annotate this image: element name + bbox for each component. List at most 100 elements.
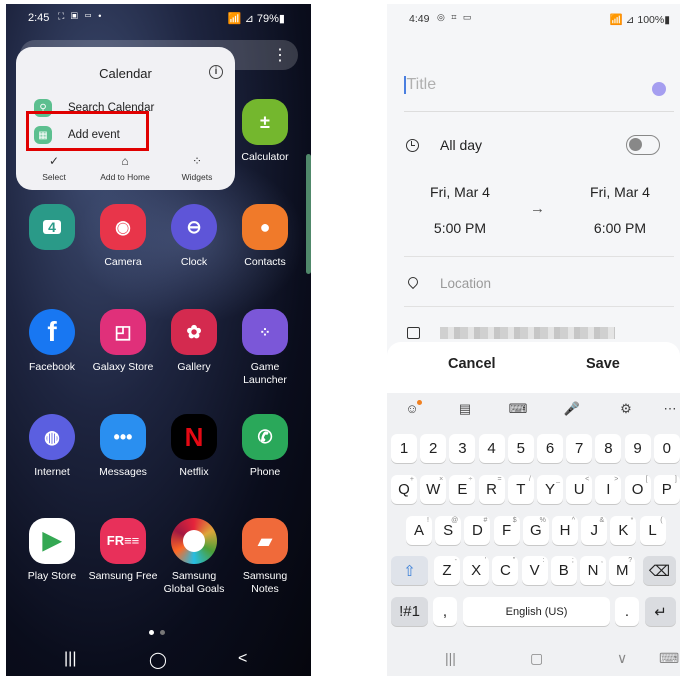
key-p[interactable]: P] [653, 475, 680, 504]
app-camera[interactable]: ◉ Camera [87, 204, 159, 269]
key-w[interactable]: W × [420, 475, 447, 504]
key-secondary-label: & [599, 517, 605, 524]
key-d[interactable]: D # [464, 516, 491, 545]
info-icon[interactable]: i [209, 65, 223, 79]
key-r[interactable]: R = [478, 475, 505, 504]
key-n[interactable]: N, [580, 556, 606, 585]
emoji-icon[interactable]: ☺ [400, 400, 424, 416]
key-q[interactable]: Q + [391, 475, 417, 504]
app-galaxy-store[interactable]: ◰ Galaxy Store [87, 309, 159, 374]
title-input[interactable]: Title [404, 76, 674, 112]
app-clock[interactable]: ⊖ Clock [158, 204, 230, 269]
all-day-toggle[interactable] [626, 135, 660, 155]
app-facebook[interactable]: f Facebook [16, 309, 88, 374]
key-o[interactable]: O[ [624, 475, 651, 504]
enter-key[interactable]: ↵ [645, 597, 676, 626]
key-f[interactable]: F $ [493, 516, 520, 545]
key-9[interactable]: 9 [624, 434, 651, 463]
edge-panel-handle[interactable] [306, 154, 311, 274]
widgets-icon: ⁘ [191, 154, 203, 168]
app-calculator[interactable]: ± Calculator [229, 99, 301, 164]
key-s[interactable]: S @ [435, 516, 462, 545]
home-button[interactable]: ◯ [149, 650, 167, 670]
space-bar[interactable]: English (US) [463, 597, 610, 626]
key-v[interactable]: V: [521, 556, 548, 585]
start-time[interactable]: 5:00 PM [415, 220, 505, 236]
clock-icon: ⊖ [171, 204, 217, 250]
widgets-action[interactable]: ⁘ Widgets [162, 154, 232, 182]
app-gallery[interactable]: ✿ Gallery [158, 309, 230, 374]
save-button[interactable]: Save [586, 356, 620, 372]
key-5[interactable]: 5 [507, 434, 534, 463]
symbols-key[interactable]: !#1 [391, 597, 428, 626]
key-secondary-label: ? [628, 557, 633, 564]
key-k[interactable]: K * [610, 516, 637, 545]
key-secondary-label: $ [512, 517, 517, 524]
key-t[interactable]: T / [507, 475, 534, 504]
back-button[interactable]: < [238, 650, 247, 668]
key-e[interactable]: E ÷ [449, 475, 476, 504]
settings-gear-icon[interactable]: ⚙ [614, 401, 638, 417]
key-0[interactable]: 0 [653, 434, 680, 463]
app-label: Phone [249, 466, 281, 478]
key-8[interactable]: 8 [595, 434, 622, 463]
keyboard-mode-icon[interactable]: ⌨ [506, 401, 530, 417]
key-h[interactable]: H ^ [552, 516, 578, 545]
shift-key[interactable]: ⇧ [391, 556, 428, 585]
key-7[interactable]: 7 [566, 434, 593, 463]
hide-keyboard-button[interactable]: ∨ [617, 650, 627, 667]
key-u[interactable]: U < [566, 475, 593, 504]
phone-handset-icon: ✆ [242, 414, 288, 460]
backspace-key[interactable]: ⌫ [643, 556, 676, 585]
key-j[interactable]: J & [581, 516, 608, 545]
comma-key[interactable]: , [433, 597, 457, 626]
app-calendar[interactable]: 4 [16, 204, 88, 256]
key-secondary-label: + [409, 476, 414, 483]
key-m[interactable]: M? [609, 556, 636, 585]
app-phone[interactable]: ✆ Phone [229, 414, 301, 479]
key-a[interactable]: A! [406, 516, 432, 545]
recents-button[interactable]: ||| [445, 650, 456, 666]
key-c[interactable]: C " [492, 556, 519, 585]
app-internet[interactable]: ◍ Internet [16, 414, 88, 479]
key-b[interactable]: B; [550, 556, 577, 585]
recents-button[interactable]: ||| [64, 650, 76, 668]
keyboard-switch-icon[interactable]: ⌨ [659, 650, 679, 667]
cancel-button[interactable]: Cancel [448, 356, 496, 372]
more-options-icon[interactable]: ⋮ [272, 45, 288, 65]
key-3[interactable]: 3 [449, 434, 476, 463]
key-secondary-label: [ [645, 476, 648, 483]
key-4[interactable]: 4 [478, 434, 505, 463]
clipboard-icon[interactable]: ▤ [453, 401, 477, 417]
app-game-launcher[interactable]: ⁘ Game Launcher [229, 309, 301, 386]
key-l[interactable]: L( [639, 516, 666, 545]
home-button[interactable]: ▢ [530, 650, 543, 667]
key-1[interactable]: 1 [391, 434, 417, 463]
app-play-store[interactable]: ▶ Play Store [16, 518, 88, 583]
app-samsung-free[interactable]: FR≡≡ Samsung Free [87, 518, 159, 583]
add-to-home-action[interactable]: ⌂ Add to Home [90, 154, 160, 182]
app-messages[interactable]: ••• Messages [87, 414, 159, 479]
microphone-icon[interactable]: 🎤 [560, 401, 584, 417]
key-z[interactable]: Z- [434, 556, 460, 585]
end-date[interactable]: Fri, Mar 4 [575, 184, 665, 200]
key-i[interactable]: I > [595, 475, 622, 504]
location-row[interactable]: Location [404, 274, 674, 304]
end-time[interactable]: 6:00 PM [575, 220, 665, 236]
key-y[interactable]: Y _ [537, 475, 563, 504]
select-action[interactable]: ✓ Select [19, 154, 89, 182]
key-2[interactable]: 2 [420, 434, 447, 463]
add-to-home-label: Add to Home [100, 172, 150, 182]
color-picker-dot[interactable] [652, 82, 666, 96]
start-date[interactable]: Fri, Mar 4 [415, 184, 505, 200]
key-label: X [471, 562, 482, 579]
app-contacts[interactable]: ● Contacts [229, 204, 301, 269]
app-netflix[interactable]: N Netflix [158, 414, 230, 479]
app-samsung-notes[interactable]: ▰ Samsung Notes [229, 518, 301, 595]
key-6[interactable]: 6 [537, 434, 563, 463]
period-key[interactable]: . [615, 597, 639, 626]
key-x[interactable]: X ' [463, 556, 490, 585]
more-icon[interactable]: ⋯ [658, 401, 680, 417]
key-g[interactable]: G% [522, 516, 549, 545]
app-global-goals[interactable]: Samsung Global Goals [158, 518, 230, 595]
